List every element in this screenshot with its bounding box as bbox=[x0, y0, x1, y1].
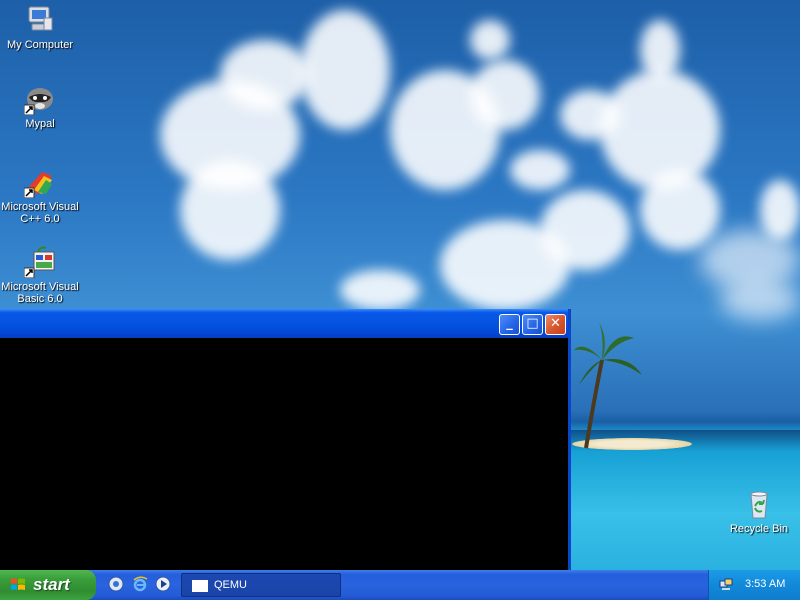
cloud bbox=[600, 70, 720, 190]
minimize-button[interactable]: _ bbox=[499, 314, 520, 335]
taskbar: start QEMU 3:53 AM bbox=[0, 570, 800, 600]
cloud bbox=[300, 10, 390, 130]
media-player-icon[interactable] bbox=[155, 576, 171, 592]
desktop-icon-my-computer[interactable]: My Computer bbox=[0, 4, 80, 51]
minimize-icon: _ bbox=[506, 316, 513, 331]
palm-tree bbox=[574, 322, 642, 449]
cloud bbox=[180, 160, 280, 260]
close-button[interactable]: ✕ bbox=[545, 314, 566, 335]
desktop-icon-label: Microsoft Visual bbox=[1, 201, 79, 213]
desktop-icon-label: Basic 6.0 bbox=[17, 293, 63, 305]
windows-flag-icon bbox=[11, 578, 25, 590]
close-icon: ✕ bbox=[550, 316, 561, 331]
desktop-icon-label: Mypal bbox=[25, 118, 55, 130]
window-icon bbox=[192, 580, 208, 592]
taskbar-button-label: QEMU bbox=[214, 579, 247, 591]
internet-explorer-icon[interactable] bbox=[132, 576, 148, 592]
visual-basic-icon bbox=[23, 246, 56, 279]
cloud bbox=[220, 40, 310, 110]
system-tray: 3:53 AM bbox=[708, 570, 800, 600]
clock[interactable]: 3:53 AM bbox=[745, 578, 785, 590]
show-desktop-icon[interactable] bbox=[108, 576, 124, 592]
cloud bbox=[510, 150, 570, 190]
cloud bbox=[470, 60, 540, 130]
start-label: start bbox=[33, 575, 70, 594]
maximize-button[interactable]: □ bbox=[522, 314, 543, 335]
raccoon-icon bbox=[23, 83, 56, 116]
desktop-icon-label: Recycle Bin bbox=[729, 523, 789, 535]
desktop-icon-visual-cpp[interactable]: Microsoft Visual C++ 6.0 bbox=[0, 166, 80, 225]
start-button[interactable]: start bbox=[0, 570, 96, 600]
desktop-icon-label: My Computer bbox=[6, 39, 74, 51]
visual-cpp-icon bbox=[23, 166, 56, 199]
desktop-icon-visual-basic[interactable]: Microsoft Visual Basic 6.0 bbox=[0, 246, 80, 305]
desktop-icon-label: Microsoft Visual bbox=[1, 281, 79, 293]
taskbar-button-qemu[interactable]: QEMU bbox=[181, 573, 341, 597]
recycle-bin-icon bbox=[743, 488, 775, 520]
cloud bbox=[640, 170, 720, 250]
qemu-window[interactable]: _ □ ✕ bbox=[0, 309, 571, 570]
computer-icon bbox=[24, 4, 56, 36]
cloud bbox=[440, 220, 570, 310]
maximize-icon: □ bbox=[526, 316, 539, 331]
cloud bbox=[720, 280, 800, 320]
desktop-icon-label: C++ 6.0 bbox=[20, 213, 60, 225]
desktop-icon-recycle-bin[interactable]: Recycle Bin bbox=[719, 488, 799, 535]
network-icon[interactable] bbox=[719, 577, 733, 591]
cloud bbox=[640, 20, 680, 80]
desktop-icon-mypal[interactable]: Mypal bbox=[0, 83, 80, 130]
cloud bbox=[470, 20, 510, 60]
cloud bbox=[340, 270, 420, 310]
window-client-area[interactable] bbox=[0, 338, 568, 570]
cloud bbox=[760, 180, 800, 240]
window-titlebar[interactable]: _ □ ✕ bbox=[0, 309, 568, 338]
